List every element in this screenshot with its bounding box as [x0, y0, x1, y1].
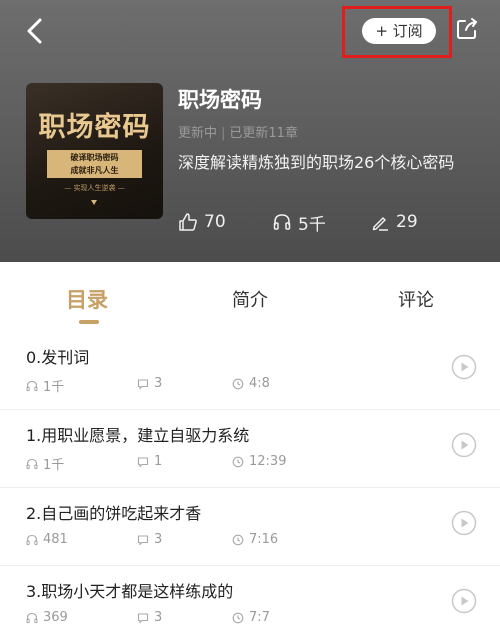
headphones-icon	[26, 534, 38, 545]
cover-tag: — 实现人生逆袭 —	[64, 184, 125, 192]
cover-plaque-line1: 破译职场密码	[70, 152, 119, 162]
clock-icon	[232, 612, 244, 623]
status-divider: |	[221, 126, 226, 141]
active-tab-indicator	[79, 320, 99, 324]
album-status: 更新中 | 已更新11章	[178, 122, 298, 141]
episode-meta: 481 3 7:16	[26, 532, 346, 550]
headphones-icon	[26, 612, 38, 623]
episode-comment-count: 3	[154, 532, 163, 547]
album-header: + 订阅 职场密码 破译职场密码 成就非凡人生 — 实现人生逆袭 — 职场密码 …	[0, 0, 500, 262]
episode-comment-count: 1	[154, 454, 163, 469]
episode-meta: 369 3 7:7	[26, 610, 346, 628]
cover-plaque-line2: 成就非凡人生	[70, 165, 119, 175]
clock-icon	[232, 456, 244, 467]
tab-bar: 目录 简介 评论	[0, 262, 500, 332]
tab-intro[interactable]: 简介	[232, 286, 268, 312]
back-button[interactable]	[18, 14, 52, 48]
episode-title: 0.发刊词	[26, 348, 90, 367]
album-title: 职场密码	[178, 88, 262, 112]
episode-row[interactable]: 3.职场小天才都是这样练成的 369 3 7:7	[0, 566, 500, 643]
like-button[interactable]: 70	[178, 210, 226, 234]
pencil-icon	[372, 217, 388, 231]
episode-row[interactable]: 1.用职业愿景，建立自驱力系统 1千 1 12:39	[0, 410, 500, 488]
comment-stat[interactable]: 29	[370, 210, 418, 234]
episode-duration: 7:7	[232, 610, 270, 625]
cover-title: 职场密码	[38, 112, 151, 143]
chapter-count: 已更新11章	[229, 126, 298, 141]
episode-listen-count: 481	[43, 532, 68, 547]
episode-duration-value: 12:39	[249, 454, 287, 469]
clock-icon	[232, 378, 244, 389]
episode-meta: 1千 3 4:8	[26, 376, 346, 395]
arrow-down-icon	[91, 200, 97, 205]
episode-listen-count: 369	[43, 610, 68, 625]
episode-duration: 7:16	[232, 532, 278, 547]
listen-count: 5千	[298, 214, 326, 235]
episode-listen-count: 1千	[43, 380, 65, 395]
episode-listen-count: 1千	[43, 458, 65, 473]
listen-stat: 5千	[272, 210, 326, 235]
episode-meta: 1千 1 12:39	[26, 454, 346, 473]
share-icon	[457, 18, 477, 39]
subscribe-button[interactable]: + 订阅	[362, 18, 436, 44]
play-circle-icon	[451, 432, 477, 458]
play-circle-icon	[451, 510, 477, 536]
like-count: 70	[204, 212, 226, 232]
clock-icon	[232, 534, 244, 545]
episode-comment-count: 3	[154, 610, 163, 625]
comment-count: 29	[396, 212, 418, 232]
tab-contents[interactable]: 目录	[66, 284, 108, 314]
episode-comments: 3	[137, 376, 162, 391]
episode-title: 3.职场小天才都是这样练成的	[26, 582, 234, 601]
album-description: 深度解读精炼独到的职场26个核心密码	[178, 153, 455, 172]
episode-row[interactable]: 2.自己画的饼吃起来才香 481 3 7:16	[0, 488, 500, 566]
comment-icon	[137, 534, 149, 545]
episode-duration-value: 7:16	[249, 532, 279, 547]
play-button[interactable]	[451, 588, 477, 614]
episode-title: 1.用职业愿景，建立自驱力系统	[26, 426, 250, 445]
play-circle-icon	[451, 588, 477, 614]
headphones-icon	[26, 380, 38, 391]
play-button[interactable]	[451, 354, 477, 380]
chevron-left-icon	[27, 18, 42, 44]
headphones-icon	[26, 458, 38, 469]
episode-duration-value: 4:8	[249, 376, 270, 391]
episode-comments: 3	[137, 532, 162, 547]
episode-listens: 1千	[26, 376, 64, 395]
thumbs-up-icon	[179, 213, 197, 231]
comment-icon	[137, 378, 149, 389]
tab-comments[interactable]: 评论	[398, 286, 434, 312]
episode-row[interactable]: 0.发刊词 1千 3 4:8	[0, 332, 500, 410]
comment-icon	[137, 612, 149, 623]
episode-duration-value: 7:7	[249, 610, 270, 625]
episode-listens: 1千	[26, 454, 64, 473]
album-cover: 职场密码 破译职场密码 成就非凡人生 — 实现人生逆袭 —	[26, 83, 163, 219]
episode-duration: 4:8	[232, 376, 270, 391]
update-status: 更新中	[178, 126, 218, 141]
episode-duration: 12:39	[232, 454, 286, 469]
episode-listens: 481	[26, 532, 68, 547]
episode-listens: 369	[26, 610, 68, 625]
play-circle-icon	[451, 354, 477, 380]
episode-comments: 1	[137, 454, 162, 469]
comment-icon	[137, 456, 149, 467]
episode-title: 2.自己画的饼吃起来才香	[26, 504, 202, 523]
cover-plaque: 破译职场密码 成就非凡人生	[47, 150, 142, 178]
share-button[interactable]	[454, 16, 480, 42]
play-button[interactable]	[451, 510, 477, 536]
episode-comment-count: 3	[154, 376, 163, 391]
headphones-icon	[273, 214, 291, 230]
play-button[interactable]	[451, 432, 477, 458]
episode-comments: 3	[137, 610, 162, 625]
